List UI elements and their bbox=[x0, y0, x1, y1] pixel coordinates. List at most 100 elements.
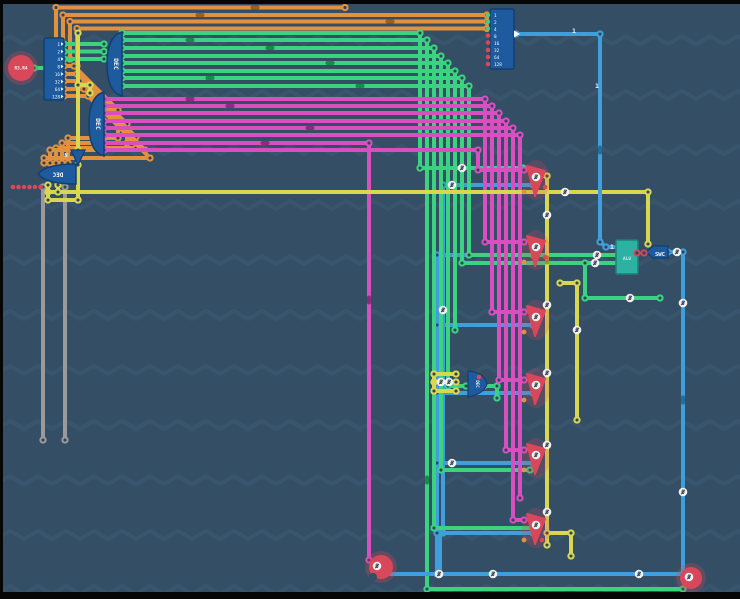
wire-junction[interactable] bbox=[645, 189, 650, 194]
component-register-node[interactable]: R3,R4 bbox=[4, 51, 38, 85]
wire-yellow[interactable] bbox=[75, 30, 80, 152]
red-pin-ring bbox=[641, 250, 646, 255]
wire-junction[interactable] bbox=[452, 68, 457, 73]
wire-signal-tick bbox=[306, 126, 315, 130]
wire-junction[interactable] bbox=[459, 260, 464, 265]
value-badge: 0 bbox=[532, 451, 541, 460]
wire-junction[interactable] bbox=[75, 30, 80, 35]
wire-junction[interactable] bbox=[453, 371, 458, 376]
wire-junction[interactable] bbox=[544, 542, 549, 547]
wire-junction[interactable] bbox=[41, 160, 46, 165]
wire-junction[interactable] bbox=[482, 239, 487, 244]
wire-junction[interactable] bbox=[87, 82, 92, 87]
wire-junction[interactable] bbox=[101, 56, 106, 61]
wire-junction[interactable] bbox=[40, 437, 45, 442]
wire-junction[interactable] bbox=[657, 295, 662, 300]
wire-junction[interactable] bbox=[603, 244, 608, 249]
wire-junction[interactable] bbox=[466, 83, 471, 88]
wire-junction[interactable] bbox=[459, 75, 464, 80]
wire-junction[interactable] bbox=[87, 90, 92, 95]
wire-junction[interactable] bbox=[55, 189, 60, 194]
wire-junction[interactable] bbox=[62, 184, 67, 189]
wire-green[interactable] bbox=[61, 49, 106, 54]
wire-junction[interactable] bbox=[424, 586, 429, 591]
wire-junction[interactable] bbox=[517, 495, 522, 500]
wire-junction[interactable] bbox=[645, 241, 650, 246]
wire-junction[interactable] bbox=[431, 525, 436, 530]
wire-junction[interactable] bbox=[574, 280, 579, 285]
wire-cyan[interactable] bbox=[437, 530, 442, 576]
row-label: 32 bbox=[55, 79, 61, 85]
wire-gray[interactable] bbox=[62, 184, 67, 442]
wire-cyan[interactable] bbox=[434, 530, 535, 535]
wire-junction[interactable] bbox=[582, 295, 587, 300]
wire-junction[interactable] bbox=[494, 383, 499, 388]
wire-junction[interactable] bbox=[568, 530, 573, 535]
wire-junction[interactable] bbox=[60, 12, 65, 17]
wire-junction[interactable] bbox=[67, 19, 72, 24]
wire-yellow[interactable] bbox=[544, 173, 549, 547]
wire-junction[interactable] bbox=[453, 379, 458, 384]
wire-junction[interactable] bbox=[431, 371, 436, 376]
wire-junction[interactable] bbox=[71, 63, 76, 68]
wire-junction[interactable] bbox=[574, 417, 579, 422]
wire-junction[interactable] bbox=[489, 103, 494, 108]
wire-signal-tick bbox=[226, 104, 235, 108]
wire-junction[interactable] bbox=[496, 110, 501, 115]
wire-junction[interactable] bbox=[452, 327, 457, 332]
wire-junction[interactable] bbox=[496, 377, 501, 382]
wire-junction[interactable] bbox=[510, 517, 515, 522]
wire-junction[interactable] bbox=[482, 96, 487, 101]
wire-junction[interactable] bbox=[59, 140, 64, 145]
wire-junction[interactable] bbox=[597, 239, 602, 244]
wire-green[interactable] bbox=[61, 56, 106, 61]
component-alu[interactable]: ALU bbox=[616, 240, 638, 274]
wire-junction[interactable] bbox=[494, 395, 499, 400]
wire-junction[interactable] bbox=[65, 135, 70, 140]
component-byte-splitter-left[interactable]: 1248163264128 bbox=[44, 38, 64, 100]
wire-junction[interactable] bbox=[445, 60, 450, 65]
wire-junction[interactable] bbox=[45, 197, 50, 202]
wire-junction[interactable] bbox=[75, 197, 80, 202]
wire-junction[interactable] bbox=[431, 45, 436, 50]
wire-junction[interactable] bbox=[417, 165, 422, 170]
wire-junction[interactable] bbox=[438, 53, 443, 58]
wire-junction[interactable] bbox=[597, 31, 602, 36]
wire-gray[interactable] bbox=[40, 184, 45, 442]
wire-junction[interactable] bbox=[466, 252, 471, 257]
wire-junction[interactable] bbox=[417, 30, 422, 35]
wire-junction[interactable] bbox=[101, 41, 106, 46]
wire-junction[interactable] bbox=[101, 49, 106, 54]
wire-junction[interactable] bbox=[47, 147, 52, 152]
wire-junction[interactable] bbox=[503, 447, 508, 452]
wire-junction[interactable] bbox=[81, 86, 86, 91]
wire-yellow[interactable] bbox=[431, 371, 436, 393]
wire-junction[interactable] bbox=[62, 437, 67, 442]
wire-junction[interactable] bbox=[475, 167, 480, 172]
wire-junction[interactable] bbox=[475, 147, 480, 152]
wire-junction[interactable] bbox=[366, 140, 371, 145]
wire-junction[interactable] bbox=[424, 37, 429, 42]
wire-junction[interactable] bbox=[53, 5, 58, 10]
wire-junction[interactable] bbox=[45, 182, 50, 187]
wire-signal-tick bbox=[196, 13, 205, 17]
wire-junction[interactable] bbox=[489, 309, 494, 314]
wire-junction[interactable] bbox=[568, 553, 573, 558]
red-pin-dot bbox=[16, 185, 21, 190]
wire-junction[interactable] bbox=[431, 388, 436, 393]
wire-junction[interactable] bbox=[47, 160, 52, 165]
wire-junction[interactable] bbox=[510, 125, 515, 130]
wire-junction[interactable] bbox=[75, 82, 80, 87]
wire-junction[interactable] bbox=[453, 388, 458, 393]
wire-junction[interactable] bbox=[517, 132, 522, 137]
wire-green[interactable] bbox=[61, 41, 106, 46]
wire-junction[interactable] bbox=[582, 260, 587, 265]
wire-junction[interactable] bbox=[503, 118, 508, 123]
wire-yellow[interactable] bbox=[55, 182, 60, 194]
circuit-canvas[interactable]: DECDECDECDEC12481632641281248163264128NA… bbox=[0, 0, 740, 599]
wire-junction[interactable] bbox=[147, 155, 152, 160]
wire-junction[interactable] bbox=[557, 280, 562, 285]
wire-junction[interactable] bbox=[342, 5, 347, 10]
wire-junction[interactable] bbox=[438, 467, 443, 472]
row-label: 2 bbox=[494, 20, 497, 26]
